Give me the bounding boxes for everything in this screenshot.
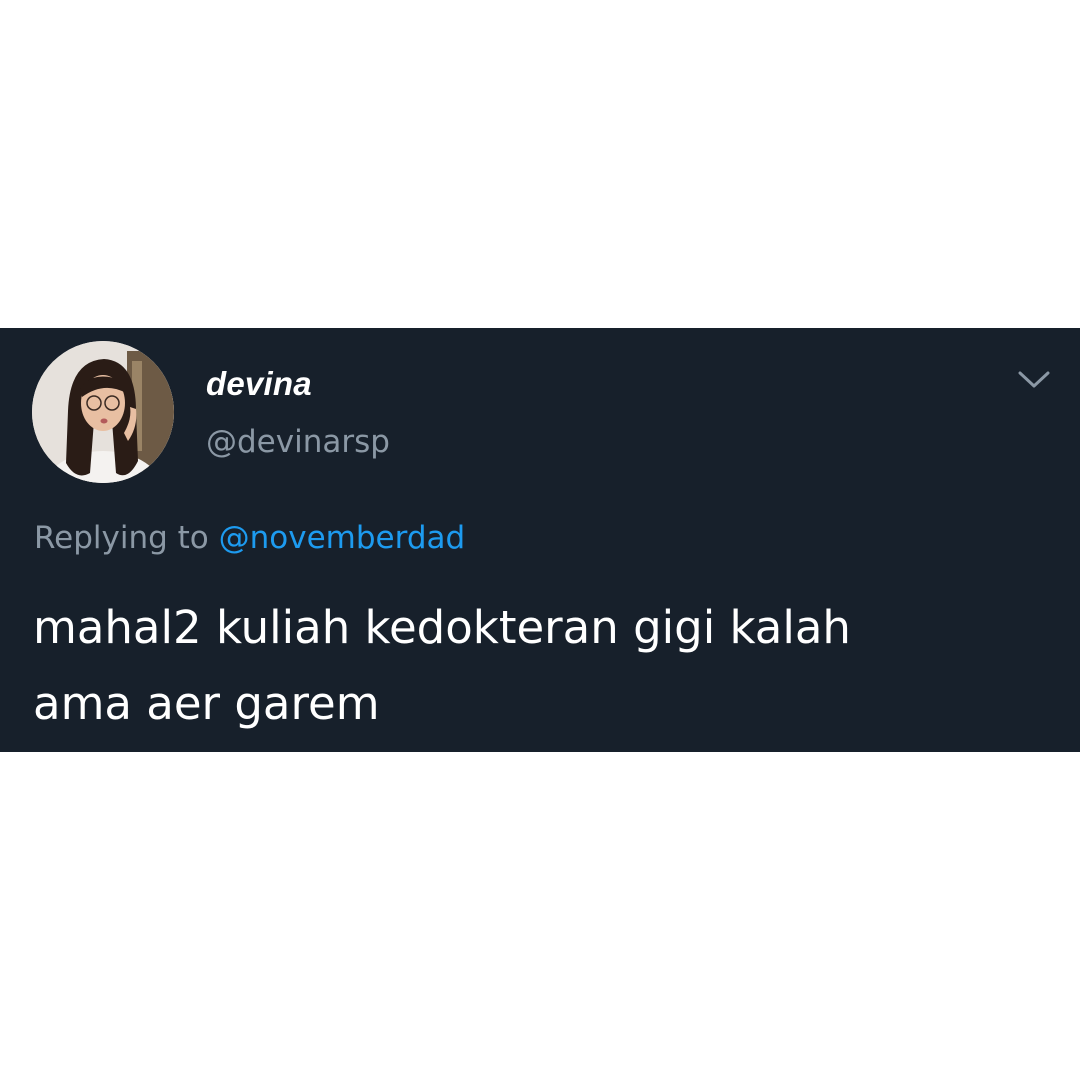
replying-to-mention-link[interactable]: @novemberdad [219,520,466,556]
avatar-image [32,341,174,483]
avatar[interactable] [32,341,174,483]
display-name[interactable]: devina [206,365,312,403]
tweet-text-line: mahal2 kuliah kedokteran gigi kalah [33,601,851,654]
replying-to-label: Replying to [34,520,209,556]
replying-to-line: Replying to @novemberdad [34,520,465,556]
user-handle[interactable]: @devinarsp [206,424,390,460]
tweet-text: mahal2 kuliah kedokteran gigi kalah ama … [33,590,1043,742]
chevron-down-icon[interactable] [1014,364,1054,394]
page-canvas: devina @devinarsp Replying to @novemberd… [0,0,1080,1080]
tweet-card[interactable]: devina @devinarsp Replying to @novemberd… [0,328,1080,752]
tweet-text-line: ama aer garem [33,677,380,730]
